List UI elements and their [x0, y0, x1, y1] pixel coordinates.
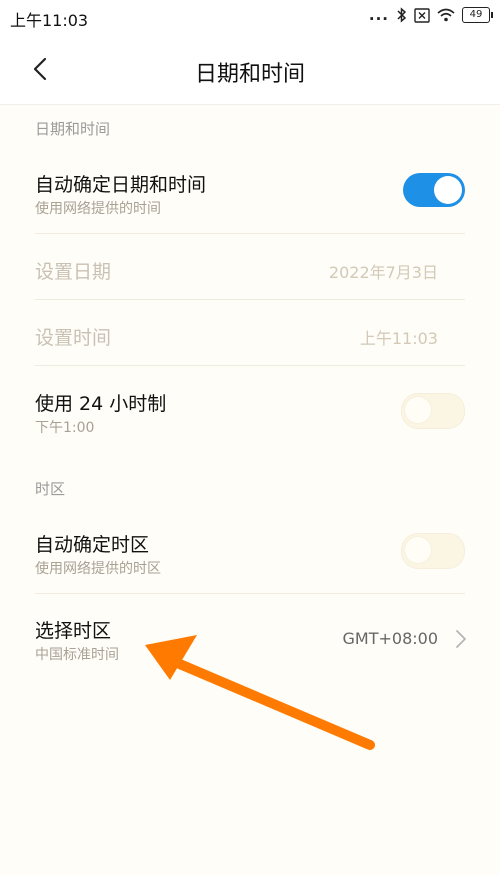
battery-icon: 49: [462, 7, 493, 23]
row-title: 自动确定日期和时间: [35, 174, 207, 196]
timezone-value: GMT+08:00: [342, 629, 439, 648]
row-subtitle: 中国标准时间: [35, 647, 119, 663]
status-time: 上午11:03: [10, 11, 89, 30]
section-header-datetime: 日期和时间: [35, 120, 111, 138]
row-value: 2022年7月3日: [328, 263, 438, 282]
section-header-timezone: 时区: [35, 480, 66, 498]
chevron-right-icon: [456, 630, 466, 648]
wifi-icon: [437, 8, 455, 22]
row-subtitle: 使用网络提供的时区: [35, 561, 161, 577]
row-subtitle: 下午1:00: [35, 420, 95, 436]
row-title: 设置时间: [35, 327, 112, 349]
auto-datetime-toggle[interactable]: [403, 173, 465, 207]
row-title: 使用 24 小时制: [35, 393, 167, 415]
row-value: 上午11:03: [359, 329, 438, 348]
toggle-knob: [405, 397, 431, 423]
row-select-timezone[interactable]: 选择时区 中国标准时间 GMT+08:00: [0, 594, 500, 682]
row-title: 设置日期: [35, 261, 112, 283]
status-icons: ... 49: [368, 6, 493, 24]
row-auto-timezone[interactable]: 自动确定时区 使用网络提供的时区: [0, 506, 500, 594]
row-title: 自动确定时区: [35, 534, 150, 556]
row-use-24h[interactable]: 使用 24 小时制 下午1:00: [0, 366, 500, 454]
toggle-knob: [434, 176, 462, 204]
row-title: 选择时区: [35, 620, 112, 642]
close-box-icon: [414, 7, 430, 23]
row-set-time: 设置时间 上午11:03: [0, 300, 500, 366]
toggle-knob: [405, 537, 431, 563]
row-set-date: 设置日期 2022年7月3日: [0, 234, 500, 300]
status-bar: 上午11:03 ... 49: [0, 0, 500, 34]
more-dots-icon: ...: [368, 6, 389, 24]
auto-timezone-toggle[interactable]: [401, 533, 465, 569]
bluetooth-icon: [397, 7, 407, 23]
row-subtitle: 使用网络提供的时间: [35, 201, 161, 217]
header: 日期和时间: [0, 34, 500, 105]
use-24h-toggle[interactable]: [401, 393, 465, 429]
page-title: 日期和时间: [194, 62, 305, 87]
row-auto-datetime[interactable]: 自动确定日期和时间 使用网络提供的时间: [0, 146, 500, 234]
